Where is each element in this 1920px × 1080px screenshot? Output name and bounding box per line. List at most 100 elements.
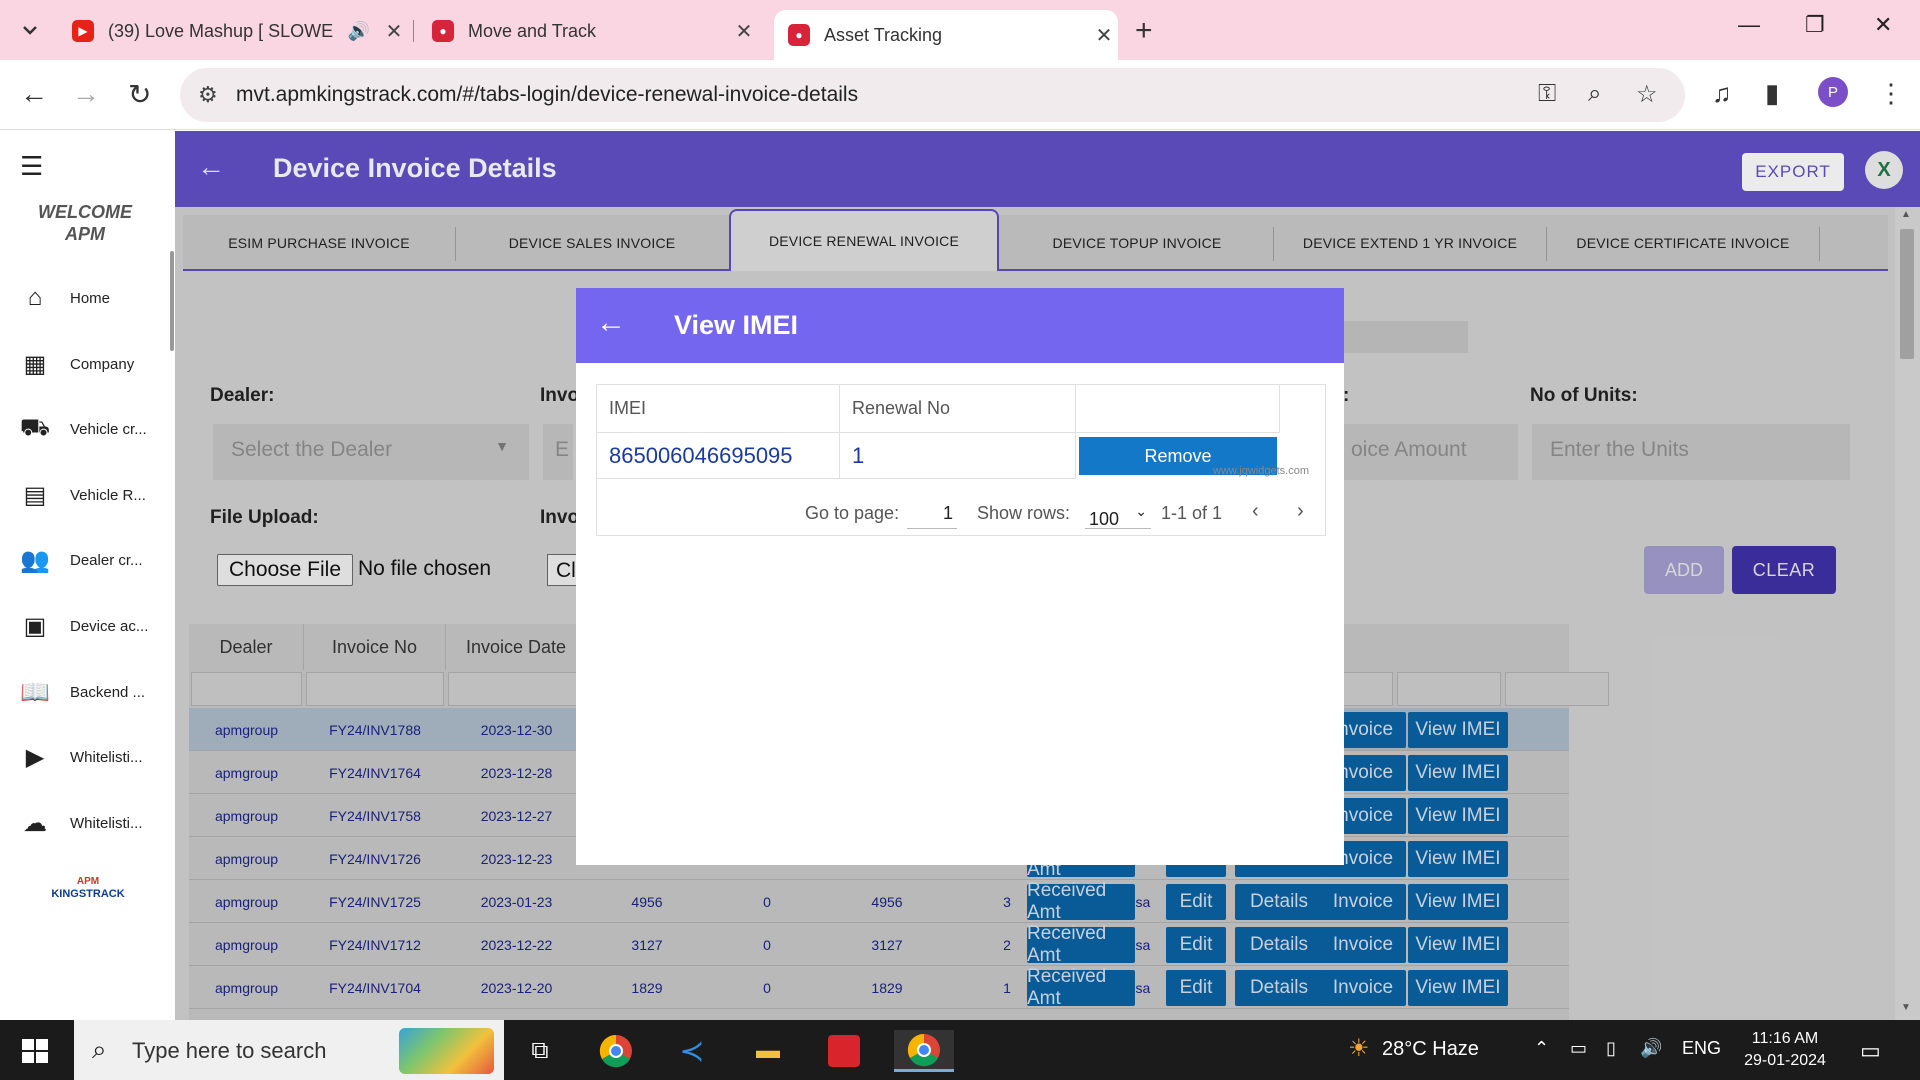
tab-search-dropdown[interactable] xyxy=(10,12,50,48)
browser-tab-move-and-track[interactable]: ● Move and Track ✕ xyxy=(418,10,758,52)
back-icon[interactable]: ← xyxy=(20,78,48,110)
excel-icon[interactable]: X xyxy=(1865,151,1903,189)
page-scrollbar[interactable]: ▲ ▼ xyxy=(1895,207,1920,1020)
column-header-renewal-no[interactable]: Renewal No xyxy=(840,385,1076,433)
chrome-profile-icon[interactable] xyxy=(894,1030,954,1072)
browser-toolbar: ← → ↻ ⚙ mvt.apmkingstrack.com/#/tabs-log… xyxy=(0,60,1920,130)
people-icon: 👥 xyxy=(20,546,50,574)
car-icon: ⛟ xyxy=(19,414,51,441)
url-text[interactable]: mvt.apmkingstrack.com/#/tabs-login/devic… xyxy=(236,83,858,107)
side-panel-icon[interactable]: ▮ xyxy=(1765,78,1779,109)
sidebar-item-label: Vehicle R... xyxy=(70,486,146,504)
page-header: ← Device Invoice Details EXPORT X xyxy=(175,131,1920,207)
media-control-icon[interactable]: ♫ xyxy=(1712,78,1732,109)
weather-icon[interactable]: ☀ xyxy=(1348,1034,1370,1063)
clock-date: 29-01-2024 xyxy=(1744,1052,1826,1069)
notifications-icon[interactable]: ▭ xyxy=(1860,1038,1881,1064)
browser-tab-youtube[interactable]: ▶ (39) Love Mashup [ SLOWE 🔊 ✕ xyxy=(58,10,408,52)
sidebar: ☰ WELCOME APM ⌂ Home ▦ Company ⛟ Vehicle… xyxy=(0,131,175,1020)
reload-icon[interactable]: ↻ xyxy=(128,78,151,111)
dialog-title: View IMEI xyxy=(674,310,799,340)
sidebar-item-label: Home xyxy=(70,289,111,307)
chevron-up-icon[interactable]: ⌃ xyxy=(1534,1038,1549,1059)
map-pin-icon: ● xyxy=(788,24,810,46)
page-title: Device Invoice Details xyxy=(273,153,557,183)
site-info-icon[interactable]: ⚙ xyxy=(198,82,218,108)
key-icon[interactable]: ⚿ xyxy=(1538,80,1556,108)
export-button[interactable]: EXPORT xyxy=(1742,153,1844,191)
sidebar-item-label: Whitelisti... xyxy=(70,814,143,832)
restore-icon[interactable]: ❐ xyxy=(1805,12,1825,38)
book-icon: 📖 xyxy=(20,678,50,706)
sidebar-item-backend[interactable]: 📖 Backend ... xyxy=(0,667,175,717)
browser-tab-asset-tracking[interactable]: ● Asset Tracking ✕ xyxy=(774,10,1118,60)
back-arrow-icon[interactable]: ← xyxy=(596,306,626,340)
hamburger-menu-icon[interactable]: ☰ xyxy=(20,151,43,182)
close-window-icon[interactable]: ✕ xyxy=(1874,12,1892,38)
profile-avatar[interactable]: P xyxy=(1818,77,1848,107)
sidebar-item-label: Device ac... xyxy=(70,617,149,635)
minimize-icon[interactable]: — xyxy=(1738,12,1760,38)
goto-page-label: Go to page: xyxy=(805,503,900,523)
welcome-text: WELCOME APM xyxy=(20,201,150,245)
system-clock[interactable]: 11:16 AM 29-01-2024 xyxy=(1740,1028,1830,1072)
sidebar-item-label: Whitelisti... xyxy=(70,748,143,766)
renewal-no-cell: 1 xyxy=(840,433,1076,479)
volume-icon[interactable]: 🔊 xyxy=(1640,1038,1662,1059)
sidebar-item-whitelisting-2[interactable]: ☁ Whitelisti... xyxy=(0,798,175,848)
back-arrow-icon[interactable]: ← xyxy=(197,151,225,183)
forward-icon[interactable]: → xyxy=(72,78,100,110)
sidebar-item-home[interactable]: ⌂ Home xyxy=(0,273,175,323)
chevron-down-icon: ⌄ xyxy=(1135,503,1147,519)
youtube-icon: ▶ xyxy=(72,20,94,42)
windows-start-icon[interactable] xyxy=(22,1039,48,1063)
tab-divider xyxy=(413,20,414,42)
scroll-up-icon[interactable]: ▲ xyxy=(1901,209,1911,220)
column-header-imei[interactable]: IMEI xyxy=(597,385,840,433)
close-tab-icon[interactable]: ✕ xyxy=(1090,23,1118,48)
address-bar[interactable]: ⚙ mvt.apmkingstrack.com/#/tabs-login/dev… xyxy=(180,68,1685,122)
star-icon[interactable]: ☆ xyxy=(1636,80,1658,109)
building-icon: ▦ xyxy=(23,350,47,378)
acrobat-icon[interactable] xyxy=(818,1030,870,1072)
taskbar-search-box[interactable]: ⌕ Type here to search xyxy=(74,1020,504,1080)
chrome-icon[interactable] xyxy=(590,1030,642,1072)
scrollbar-thumb[interactable] xyxy=(1900,229,1914,359)
close-tab-icon[interactable]: ✕ xyxy=(730,19,758,44)
chevron-down-icon xyxy=(23,26,37,35)
sidebar-item-company[interactable]: ▦ Company xyxy=(0,339,175,389)
browser-tab-bar: ▶ (39) Love Mashup [ SLOWE 🔊 ✕ ● Move an… xyxy=(0,0,1920,60)
rows-value: 100 xyxy=(1089,509,1120,529)
close-tab-icon[interactable]: ✕ xyxy=(380,19,408,44)
weather-text[interactable]: 28°C Haze xyxy=(1382,1038,1479,1061)
calculator-icon: ▣ xyxy=(23,612,47,640)
tab-title: Move and Track xyxy=(468,20,597,41)
sidebar-item-dealer-create[interactable]: 👥 Dealer cr... xyxy=(0,535,175,585)
clipboard-icon: ▤ xyxy=(23,481,47,509)
task-view-icon[interactable]: ⧉ xyxy=(514,1030,566,1072)
page-number-input[interactable]: 1 xyxy=(907,495,957,529)
column-header-action xyxy=(1076,385,1280,433)
file-explorer-icon[interactable]: ▬ xyxy=(742,1030,794,1072)
upload-cloud-icon: ☁ xyxy=(23,809,47,837)
zoom-icon[interactable]: ⌕ xyxy=(1588,80,1601,108)
tab-title: (39) Love Mashup [ SLOWE xyxy=(108,20,334,41)
sidebar-item-vehicle-renewal[interactable]: ▤ Vehicle R... xyxy=(0,470,175,520)
home-icon: ⌂ xyxy=(27,284,43,311)
scroll-down-icon[interactable]: ▼ xyxy=(1901,1002,1911,1013)
speaker-icon[interactable]: 🔊 xyxy=(348,21,370,42)
tab-title: Asset Tracking xyxy=(824,24,943,45)
network-icon[interactable]: ▭ xyxy=(1570,1038,1587,1059)
sidebar-item-vehicle-create[interactable]: ⛟ Vehicle cr... xyxy=(0,404,175,454)
windows-taskbar: ⌕ Type here to search ⧉ ≺ ▬ ☀ 28°C Haze … xyxy=(0,1020,1920,1080)
new-tab-icon[interactable]: + xyxy=(1135,14,1153,48)
language-indicator[interactable]: ENG xyxy=(1682,1038,1721,1059)
more-menu-icon[interactable]: ⋮ xyxy=(1878,78,1904,109)
battery-icon[interactable]: ▯ xyxy=(1606,1038,1616,1059)
sidebar-item-whitelisting-1[interactable]: ▶ Whitelisti... xyxy=(0,732,175,782)
next-page-icon[interactable]: › xyxy=(1297,500,1304,523)
previous-page-icon[interactable]: ‹ xyxy=(1252,500,1259,523)
rows-per-page-select[interactable]: 100 ⌄ xyxy=(1085,495,1151,529)
sidebar-item-device-account[interactable]: ▣ Device ac... xyxy=(0,601,175,651)
vscode-icon[interactable]: ≺ xyxy=(666,1030,718,1072)
